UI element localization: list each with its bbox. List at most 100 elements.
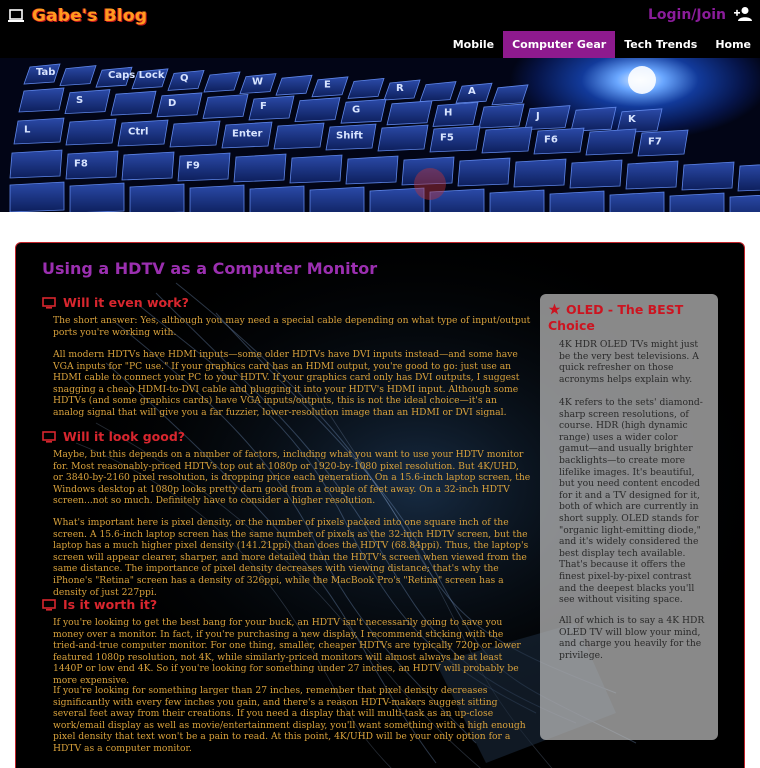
brand-title[interactable]: Gabe's Blog [32,6,147,26]
paragraph: The short answer: Yes, although you may … [53,315,531,338]
keyboard-key [478,103,525,129]
keyboard-key [569,159,623,189]
section-heading-will-it-work: Will it even work? [42,295,189,310]
add-user-icon[interactable] [734,6,752,22]
keyboard-key [513,158,567,188]
keyboard-key [549,190,605,212]
keyboard-key [18,87,65,113]
keyboard-key [273,122,325,150]
keyboard-key [729,194,760,212]
paragraph: If you're looking for something larger t… [53,685,526,754]
keyboard-key [737,164,760,192]
sidebar-heading: OLED - The BEST Choice [548,302,713,334]
keyboard-key-label: R [396,83,404,94]
keyboard-key [340,98,387,124]
keyboard-key-label: L [24,124,31,135]
keyboard-key [202,93,249,119]
keyboard-key-label: F5 [440,132,454,143]
nav-item-computer-gear[interactable]: Computer Gear [503,31,616,58]
keyboard-key-label: F8 [74,159,88,170]
keyboard-key [347,77,385,99]
nav-item-home[interactable]: Home [706,31,760,58]
keyboard-key-label: F7 [648,136,662,147]
section-heading-look-good: Will it look good? [42,429,185,444]
keyboard-key [69,182,125,212]
monitor-icon [42,430,56,443]
keyboard-key [386,100,433,126]
sidebar-paragraph: 4K HDR OLED TVs might just be the very b… [559,339,699,385]
keyboard-key [169,120,221,148]
keyboard-key-label: A [468,86,476,97]
keyboard-key [189,184,245,212]
nav-item-mobile[interactable]: Mobile [444,31,503,58]
sidebar-paragraph: 4K refers to the sets' diamond-sharp scr… [559,397,703,606]
sidebar-paragraph: All of which is to say a 4K HDR OLED TV … [559,615,705,661]
section-heading-text: Will it look good? [63,429,186,444]
keyboard-key-label: F9 [186,161,200,172]
paragraph: Maybe, but this depends on a number of f… [53,449,531,507]
keyboard-key [275,74,313,96]
section-heading-text: Is it worth it? [63,597,158,612]
keyboard-key [13,117,65,145]
keyboard-key [59,65,97,87]
keyboard-key [121,151,175,181]
keyboard-key-label: Caps Lock [108,70,165,81]
keyboard-key [429,125,481,153]
keyboard-key [681,161,735,191]
keyboard-key [524,105,571,131]
keyboard-key-label: S [76,95,83,106]
keyboard-key [533,127,585,155]
keyboard-key [491,84,529,106]
keyboard-key [669,192,725,212]
keyboard-key-label: K [628,114,637,125]
brand[interactable]: Gabe's Blog [8,6,147,26]
section-heading-text: Will it even work? [63,295,189,310]
keyboard-key-label: Q [180,73,189,84]
keyboard-key [110,90,157,116]
top-bar: Gabe's Blog Login/Join Mobile Computer G… [0,0,760,58]
keyboard-key-label: D [168,98,176,109]
keyboard-key [345,155,399,185]
keyboard-key [570,106,617,132]
keyboard-key-label: J [535,111,540,122]
keyboard-key-label: Shift [336,130,363,141]
monitor-icon [42,296,56,309]
keyboard-key [637,129,689,157]
keyboard-key-label: Ctrl [128,126,148,137]
keyboard-key [616,108,663,134]
sidebar-heading-text: OLED - The BEST Choice [548,302,684,333]
keyboard-key [419,81,457,103]
nav-item-tech-trends[interactable]: Tech Trends [615,31,706,58]
keyboard-key [369,187,425,212]
keyboard-key [457,157,511,187]
keyboard-key [64,89,111,115]
keyboard-key-label: F [260,101,267,112]
article-panel: Using a HDTV as a Computer Monitor Will … [15,242,745,768]
keyboard-key [309,186,365,212]
login-join-link[interactable]: Login/Join [648,7,726,23]
keyboard-key [481,126,533,154]
keyboard-key [249,185,305,212]
keyboard-key [129,183,185,212]
monitor-icon [42,598,56,611]
keyboard-key [9,181,65,212]
keyboard-key [609,191,665,212]
paragraph: What's important here is pixel density, … [53,517,529,598]
keyboard-key-label: Enter [232,128,263,139]
keyboard-key-label: E [324,80,331,91]
keyboard-key [625,160,679,190]
keyboard-key [585,128,637,156]
keyboard-key-label: H [444,108,452,119]
article-title: Using a HDTV as a Computer Monitor [42,259,378,278]
keyboard-key [233,153,287,183]
keyboard-key [432,101,479,127]
keyboard-illustration: Tab Caps Lock Q W E R A S D F G H J K L Ctrl Enter Shift F… [9,63,760,212]
keyboard-key [203,71,241,93]
hero-banner-keyboard: Tab Caps Lock Q W E R A S D F G H J K L Ctrl Enter Shift F… [0,58,760,212]
keyboard-key [65,118,117,146]
section-heading-worth-it: Is it worth it? [42,597,157,612]
keyboard-key [289,154,343,184]
keyboard-key [156,92,203,118]
sidebar-oled: OLED - The BEST Choice 4K HDR OLED TVs m… [540,294,718,740]
keyboard-key [294,97,341,123]
